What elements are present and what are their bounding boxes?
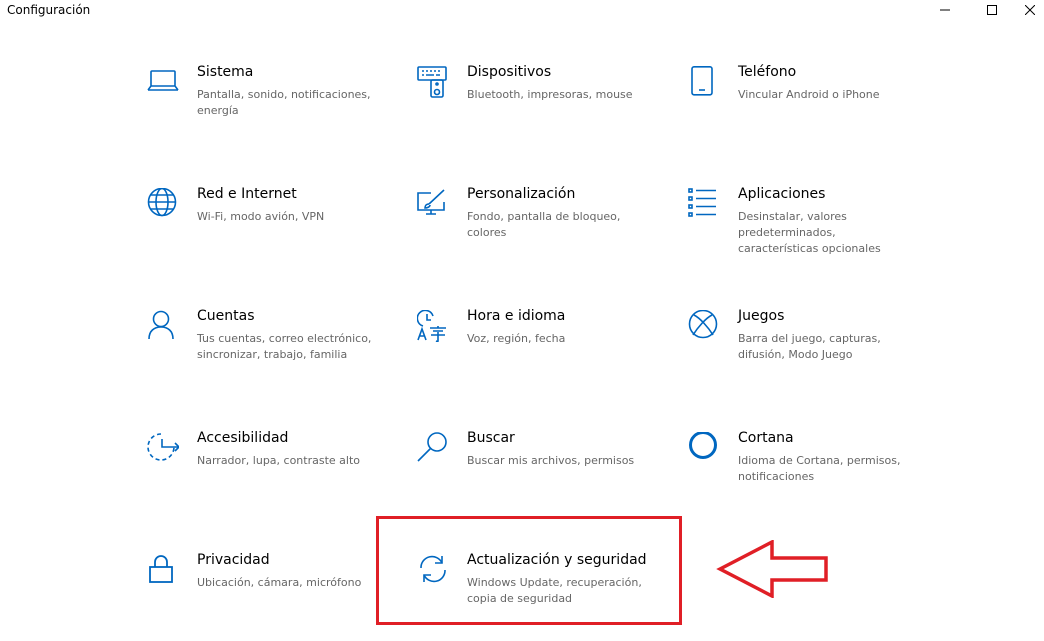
tile-description: Vincular Android o iPhone: [738, 88, 880, 101]
title-bar: Configuración: [0, 0, 1044, 22]
maximize-icon: [987, 5, 997, 15]
devices-icon: [417, 66, 449, 98]
tile-hora-e-idioma[interactable]: Hora e idioma Voz, región, fecha: [417, 308, 667, 386]
xbox-icon: [688, 310, 720, 342]
time-language-icon: [417, 310, 449, 342]
tile-name: Hora e idioma: [467, 308, 566, 324]
person-icon: [147, 310, 179, 342]
tile-name: Aplicaciones: [738, 186, 826, 202]
tile-name: Juegos: [738, 308, 785, 324]
tile-aplicaciones[interactable]: Aplicaciones Desinstalar, valores predet…: [688, 186, 938, 264]
minimize-button[interactable]: [922, 0, 968, 20]
tile-juegos[interactable]: Juegos Barra del juego, capturas, difusi…: [688, 308, 938, 386]
cortana-icon: [688, 432, 720, 464]
tile-cuentas[interactable]: Cuentas Tus cuentas, correo electrónico,…: [147, 308, 397, 386]
tile-personalizacion[interactable]: Personalización Fondo, pantalla de bloqu…: [417, 186, 667, 264]
tile-description: Ubicación, cámara, micrófono: [197, 576, 362, 589]
tile-name: Cuentas: [197, 308, 255, 324]
tile-description: Desinstalar, valores predeterminados, ca…: [738, 210, 881, 255]
tile-privacidad[interactable]: Privacidad Ubicación, cámara, micrófono: [147, 552, 397, 630]
tile-name: Teléfono: [738, 64, 797, 80]
window-title: Configuración: [7, 3, 91, 17]
tile-accesibilidad[interactable]: Accesibilidad Narrador, lupa, contraste …: [147, 430, 397, 508]
tile-name: Privacidad: [197, 552, 270, 568]
tile-sistema[interactable]: Sistema Pantalla, sonido, notificaciones…: [147, 64, 397, 142]
lock-icon: [147, 554, 179, 586]
tile-name: Cortana: [738, 430, 794, 446]
tile-name: Buscar: [467, 430, 515, 446]
globe-icon: [147, 188, 179, 220]
tile-description: Narrador, lupa, contraste alto: [197, 454, 361, 467]
tile-description: Wi-Fi, modo avión, VPN: [197, 210, 325, 223]
tile-description: Idioma de Cortana, permisos, notificacio…: [738, 454, 901, 483]
phone-icon: [688, 66, 720, 98]
minimize-icon: [940, 9, 950, 11]
maximize-button[interactable]: [969, 0, 1015, 20]
close-icon: [1024, 5, 1035, 15]
tile-description: Buscar mis archivos, permisos: [467, 454, 635, 467]
tile-name: Dispositivos: [467, 64, 552, 80]
tile-description: Voz, región, fecha: [467, 332, 566, 345]
tile-name: Accesibilidad: [197, 430, 289, 446]
tile-red-e-internet[interactable]: Red e Internet Wi-Fi, modo avión, VPN: [147, 186, 397, 264]
tile-telefono[interactable]: Teléfono Vincular Android o iPhone: [688, 64, 938, 142]
laptop-icon: [147, 66, 179, 98]
red-highlight-box: [376, 516, 682, 625]
close-button[interactable]: [1015, 0, 1044, 20]
red-arrow-icon: [716, 540, 828, 598]
tile-dispositivos[interactable]: Dispositivos Bluetooth, impresoras, mous…: [417, 64, 667, 142]
paint-icon: [417, 188, 449, 220]
tile-name: Personalización: [467, 186, 576, 202]
tile-name: Red e Internet: [197, 186, 297, 202]
tile-description: Bluetooth, impresoras, mouse: [467, 88, 633, 101]
tile-description: Pantalla, sonido, notificaciones, energí…: [197, 88, 371, 117]
tile-cortana[interactable]: Cortana Idioma de Cortana, permisos, not…: [688, 430, 938, 508]
search-icon: [417, 432, 449, 464]
tile-buscar[interactable]: Buscar Buscar mis archivos, permisos: [417, 430, 667, 508]
accessibility-icon: [147, 432, 179, 464]
tile-description: Barra del juego, capturas, difusión, Mod…: [738, 332, 881, 361]
apps-list-icon: [688, 188, 720, 220]
tile-description: Fondo, pantalla de bloqueo, colores: [467, 210, 621, 239]
tile-description: Tus cuentas, correo electrónico, sincron…: [197, 332, 372, 361]
tile-name: Sistema: [197, 64, 254, 80]
